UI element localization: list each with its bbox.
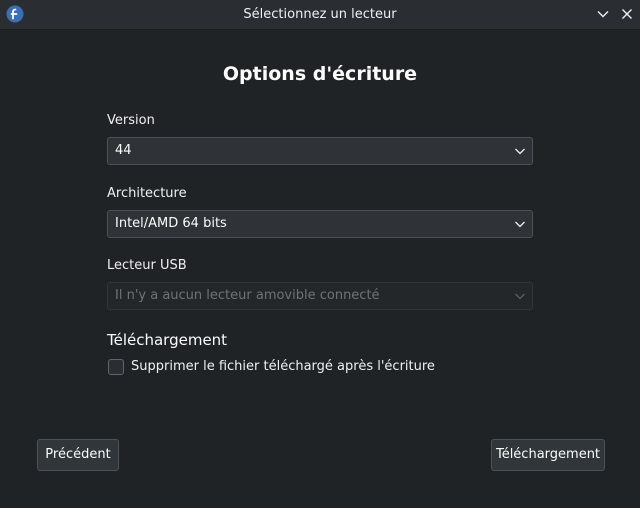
delete-after-write-label[interactable]: Supprimer le fichier téléchargé après l'… xyxy=(131,358,435,376)
media-writer-window: Sélectionnez un lecteur Options d'écritu… xyxy=(0,0,640,508)
chevron-down-icon[interactable] xyxy=(594,5,612,23)
usb-drive-label: Lecteur USB xyxy=(107,258,187,273)
chevron-down-icon xyxy=(515,293,525,300)
title-bar[interactable]: Sélectionnez un lecteur xyxy=(0,0,640,30)
chevron-down-icon xyxy=(515,221,525,228)
previous-button[interactable]: Précédent xyxy=(37,439,119,471)
close-icon[interactable] xyxy=(618,5,636,23)
page-title: Options d'écriture xyxy=(222,63,418,85)
download-section-title: Téléchargement xyxy=(107,331,228,349)
version-combobox[interactable]: 44 xyxy=(107,137,533,165)
delete-after-write-checkbox[interactable] xyxy=(108,359,124,375)
usb-drive-combobox: Il n'y a aucun lecteur amovible connecté xyxy=(107,282,533,310)
version-label: Version xyxy=(107,113,155,128)
architecture-combobox[interactable]: Intel/AMD 64 bits xyxy=(107,210,533,238)
architecture-value: Intel/AMD 64 bits xyxy=(115,216,227,231)
usb-drive-value: Il n'y a aucun lecteur amovible connecté xyxy=(115,288,380,303)
download-button[interactable]: Téléchargement xyxy=(491,439,605,471)
chevron-down-icon xyxy=(515,148,525,155)
architecture-label: Architecture xyxy=(107,186,187,201)
window-title: Sélectionnez un lecteur xyxy=(243,7,397,22)
version-value: 44 xyxy=(115,143,132,158)
